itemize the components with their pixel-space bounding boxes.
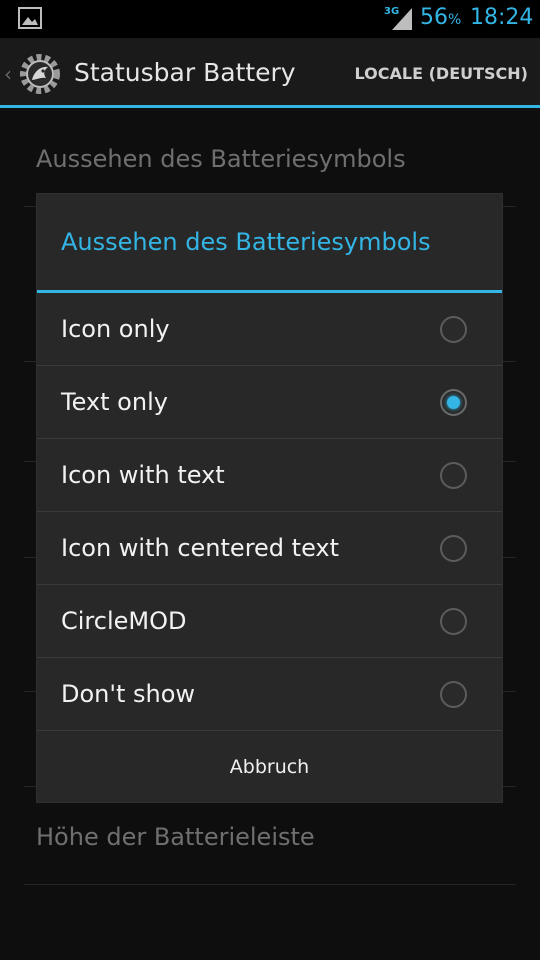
divider <box>24 884 516 885</box>
clock: 18:24 <box>470 5 534 30</box>
option-label: Icon with text <box>61 461 225 489</box>
radio-dot-icon <box>447 396 460 409</box>
status-bar: 3G 56% 18:24 <box>0 0 540 38</box>
battery-percentage: 56% <box>420 5 461 30</box>
radio-button-checked[interactable] <box>440 389 467 416</box>
radio-button[interactable] <box>440 608 467 635</box>
option-dont-show[interactable]: Don't show <box>37 658 502 731</box>
option-label: Icon with centered text <box>61 534 340 562</box>
battery-value: 56 <box>420 5 448 30</box>
options-list: Icon only Text only Icon with text Icon … <box>37 293 502 731</box>
radio-button[interactable] <box>440 462 467 489</box>
option-label: Don't show <box>61 680 196 708</box>
list-item[interactable]: Aussehen des Batteriesymbols <box>36 145 406 173</box>
option-label: Icon only <box>61 315 170 343</box>
chevron-left-icon[interactable]: ‹ <box>4 62 12 86</box>
cancel-button[interactable]: Abbruch <box>37 731 502 802</box>
radio-button[interactable] <box>440 681 467 708</box>
signal-icon <box>392 8 412 34</box>
option-label: CircleMOD <box>61 607 187 635</box>
option-icon-with-centered-text[interactable]: Icon with centered text <box>37 512 502 585</box>
radio-button[interactable] <box>440 316 467 343</box>
list-item[interactable]: Höhe der Batterieleiste <box>36 823 315 851</box>
battery-style-dialog: Aussehen des Batteriesymbols Icon only T… <box>37 194 502 802</box>
gear-app-icon[interactable] <box>16 50 64 102</box>
option-text-only[interactable]: Text only <box>37 366 502 439</box>
locale-button[interactable]: LOCALE (DEUTSCH) <box>355 64 528 83</box>
option-circlemod[interactable]: CircleMOD <box>37 585 502 658</box>
battery-unit: % <box>448 12 462 28</box>
option-icon-only[interactable]: Icon only <box>37 293 502 366</box>
image-notification-icon <box>18 7 42 33</box>
radio-button[interactable] <box>440 535 467 562</box>
app-title: Statusbar Battery <box>74 58 296 87</box>
screen: 3G 56% 18:24 ‹ Statusbar Battery LOCALE … <box>0 0 540 960</box>
dialog-title: Aussehen des Batteriesymbols <box>61 228 431 256</box>
action-bar: ‹ Statusbar Battery LOCALE (DEUTSCH) <box>0 38 540 108</box>
option-label: Text only <box>61 388 168 416</box>
option-icon-with-text[interactable]: Icon with text <box>37 439 502 512</box>
